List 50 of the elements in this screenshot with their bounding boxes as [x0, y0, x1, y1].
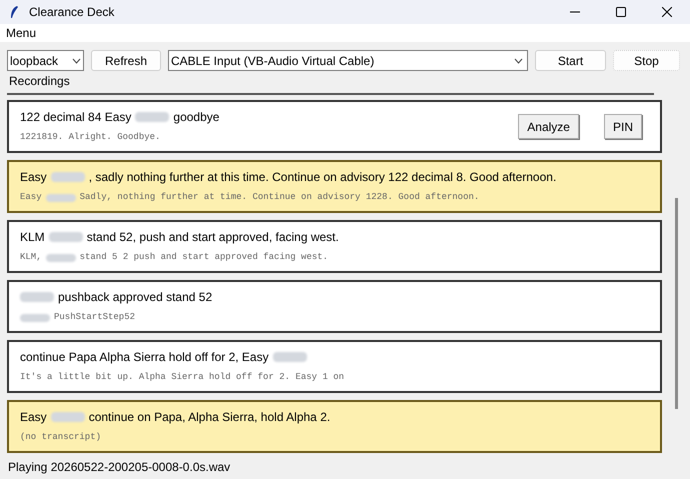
- recording-title: goodbye: [173, 109, 220, 126]
- transcript-text: PushStartStep52: [54, 311, 136, 324]
- redaction-blur: [46, 254, 76, 262]
- mode-dropdown[interactable]: loopback: [7, 50, 84, 71]
- redaction-blur: [50, 412, 85, 422]
- recording-card[interactable]: Easy , sadly nothing further at this time. Continue on advisory 122 decimal 8. Good afternoon. Easy Sadly, nothing further at time. Continue on advisory 1228. Good afternoon.: [7, 160, 662, 213]
- window-title: Clearance Deck: [29, 4, 114, 21]
- recording-title: Easy: [20, 169, 47, 186]
- recording-card[interactable]: pushback approved stand 52 PushStartStep52: [7, 280, 662, 333]
- transcript-text: It's a little bit up. Alpha Sierra hold off for 2. Easy 1 on: [20, 371, 344, 384]
- action-button[interactable]: Analyze: [518, 114, 579, 139]
- redaction-blur: [46, 194, 76, 202]
- status-text: Playing 20260522-200205-0008-0.0s.wav: [8, 459, 230, 476]
- redaction-blur: [20, 292, 54, 302]
- transcript-text: KLM,: [20, 251, 42, 264]
- chevron-down-icon: [72, 58, 81, 64]
- redaction-blur: [48, 232, 83, 242]
- transcript-text: Sadly, nothing further at time. Continue on advisory 1228. Good afternoon.: [80, 191, 480, 204]
- stop-button[interactable]: Stop: [613, 50, 680, 71]
- section-title: Recordings: [9, 73, 71, 90]
- recording-title: Easy: [20, 409, 47, 426]
- feather-icon: [9, 5, 19, 19]
- redaction-blur: [50, 172, 85, 182]
- recording-title: stand 52, push and start approved, facing west.: [86, 229, 339, 246]
- action-button[interactable]: PIN: [604, 114, 642, 139]
- redaction-blur: [272, 352, 307, 362]
- device-dropdown[interactable]: CABLE Input (VB-Audio Virtual Cable): [168, 50, 528, 71]
- menu-item[interactable]: Menu: [6, 24, 36, 42]
- maximize-icon: [616, 7, 626, 17]
- chevron-down-icon: [514, 58, 523, 64]
- recording-title: continue on Papa, Alpha Sierra, hold Alpha 2.: [88, 409, 330, 426]
- recording-card[interactable]: 122 decimal 84 Easy goodbye 1221819. Alright. Goodbye. Analyze PIN: [7, 100, 662, 153]
- transcript-text: Easy: [20, 191, 42, 204]
- recording-card[interactable]: continue Papa Alpha Sierra hold off for 2, Easy It's a little bit up. Alpha Sierra hold off for 2. Easy 1 on: [7, 340, 662, 393]
- transcript-text: 1221819. Alright. Goodbye.: [20, 131, 160, 144]
- recording-title: 122 decimal 84 Easy: [20, 109, 132, 126]
- redaction-blur: [135, 112, 170, 122]
- recording-title: continue Papa Alpha Sierra hold off for 2, Easy: [20, 349, 269, 366]
- recording-card[interactable]: Easy continue on Papa, Alpha Sierra, hold Alpha 2. (no transcript): [7, 400, 662, 453]
- close-icon: [662, 7, 672, 17]
- recording-card[interactable]: KLM stand 52, push and start approved, facing west. KLM, stand 5 2 push and start approved facing west.: [7, 220, 662, 273]
- start-button[interactable]: Start: [535, 50, 606, 71]
- recording-title: KLM: [20, 229, 45, 246]
- transcript-text: (no transcript): [20, 431, 102, 444]
- recording-title: , sadly nothing further at this time. Continue on advisory 122 decimal 8. Good afternoon.: [88, 169, 556, 186]
- redaction-blur: [20, 314, 50, 322]
- refresh-button[interactable]: Refresh: [91, 50, 161, 71]
- transcript-text: stand 5 2 push and start approved facing west.: [80, 251, 328, 264]
- scrollbar-thumb[interactable]: [675, 198, 678, 409]
- recording-title: pushback approved stand 52: [58, 289, 212, 306]
